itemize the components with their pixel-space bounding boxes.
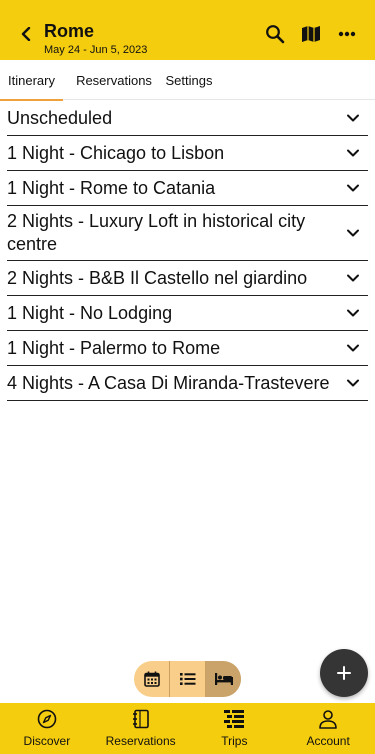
list-item-label: 1 Night - Palermo to Rome — [7, 337, 221, 358]
tab-settings[interactable]: Settings — [160, 60, 218, 100]
back-arrow-icon[interactable] — [14, 22, 38, 46]
list-item-label: 1 Night - Rome to Catania — [7, 177, 216, 198]
tab-bar: Itinerary Reservations Settings — [0, 60, 375, 101]
list-item[interactable]: 2 Nights - Luxury Loft in historical cit… — [7, 206, 368, 261]
notebook-icon — [130, 708, 152, 730]
nav-label: Trips — [221, 734, 248, 748]
nav-label: Reservations — [105, 734, 176, 748]
trip-title: Rome — [44, 21, 95, 41]
list-item-label: 1 Night - Chicago to Lisbon — [7, 142, 225, 163]
chevron-down-icon — [347, 149, 359, 157]
chevron-down-icon — [347, 379, 359, 387]
nav-discover[interactable]: Discover — [0, 703, 94, 754]
list-item-label: 2 Nights - Luxury Loft in historical cit… — [7, 211, 306, 254]
nav-reservations[interactable]: Reservations — [94, 703, 188, 754]
chevron-down-icon — [347, 274, 359, 282]
nav-label: Account — [306, 734, 350, 748]
nav-trips[interactable]: Trips — [188, 703, 282, 754]
nav-label: Discover — [23, 734, 71, 748]
list-view-button[interactable] — [170, 661, 206, 697]
bed-icon — [214, 673, 233, 685]
chevron-down-icon — [347, 184, 359, 192]
compass-icon — [36, 708, 58, 730]
list-item-label: Unscheduled — [7, 107, 113, 128]
list-item-label: 4 Nights - A Casa Di Miranda-Trastevere — [7, 372, 330, 393]
list-icon — [179, 673, 195, 685]
tab-reservations[interactable]: Reservations — [70, 60, 158, 100]
trip-dates: May 24 - Jun 5, 2023 — [44, 44, 148, 56]
trips-list-icon — [223, 708, 245, 730]
list-item-label: 2 Nights - B&B Il Castello nel giardino — [7, 267, 308, 288]
list-item[interactable]: Unscheduled — [7, 101, 368, 136]
plus-icon — [337, 666, 351, 680]
chevron-down-icon — [347, 309, 359, 317]
chevron-down-icon — [347, 114, 359, 122]
list-item[interactable]: 1 Night - No Lodging — [7, 296, 368, 331]
tab-itinerary[interactable]: Itinerary — [0, 60, 63, 101]
calendar-icon — [143, 671, 160, 687]
itinerary-list: Unscheduled 1 Night - Chicago to Lisbon … — [7, 101, 368, 401]
chevron-down-icon — [347, 344, 359, 352]
chevron-down-icon — [347, 229, 359, 237]
list-item[interactable]: 2 Nights - B&B Il Castello nel giardino — [7, 261, 368, 296]
bottom-navigation: Discover Reservations Trips Account — [0, 703, 375, 754]
search-icon[interactable] — [262, 22, 288, 46]
list-item[interactable]: 4 Nights - A Casa Di Miranda-Trastevere — [7, 366, 368, 401]
calendar-view-button[interactable] — [134, 661, 170, 697]
list-item-label: 1 Night - No Lodging — [7, 302, 173, 323]
list-item[interactable]: 1 Night - Palermo to Rome — [7, 331, 368, 366]
map-icon[interactable] — [298, 22, 324, 46]
nav-account[interactable]: Account — [281, 703, 375, 754]
top-app-bar: Rome May 24 - Jun 5, 2023 — [0, 0, 375, 60]
lodging-view-button[interactable] — [206, 661, 241, 697]
more-options-icon[interactable] — [334, 22, 360, 46]
view-toggle — [134, 661, 241, 697]
add-button[interactable] — [320, 649, 368, 697]
person-icon — [317, 708, 339, 730]
list-item[interactable]: 1 Night - Rome to Catania — [7, 171, 368, 206]
list-item[interactable]: 1 Night - Chicago to Lisbon — [7, 136, 368, 171]
